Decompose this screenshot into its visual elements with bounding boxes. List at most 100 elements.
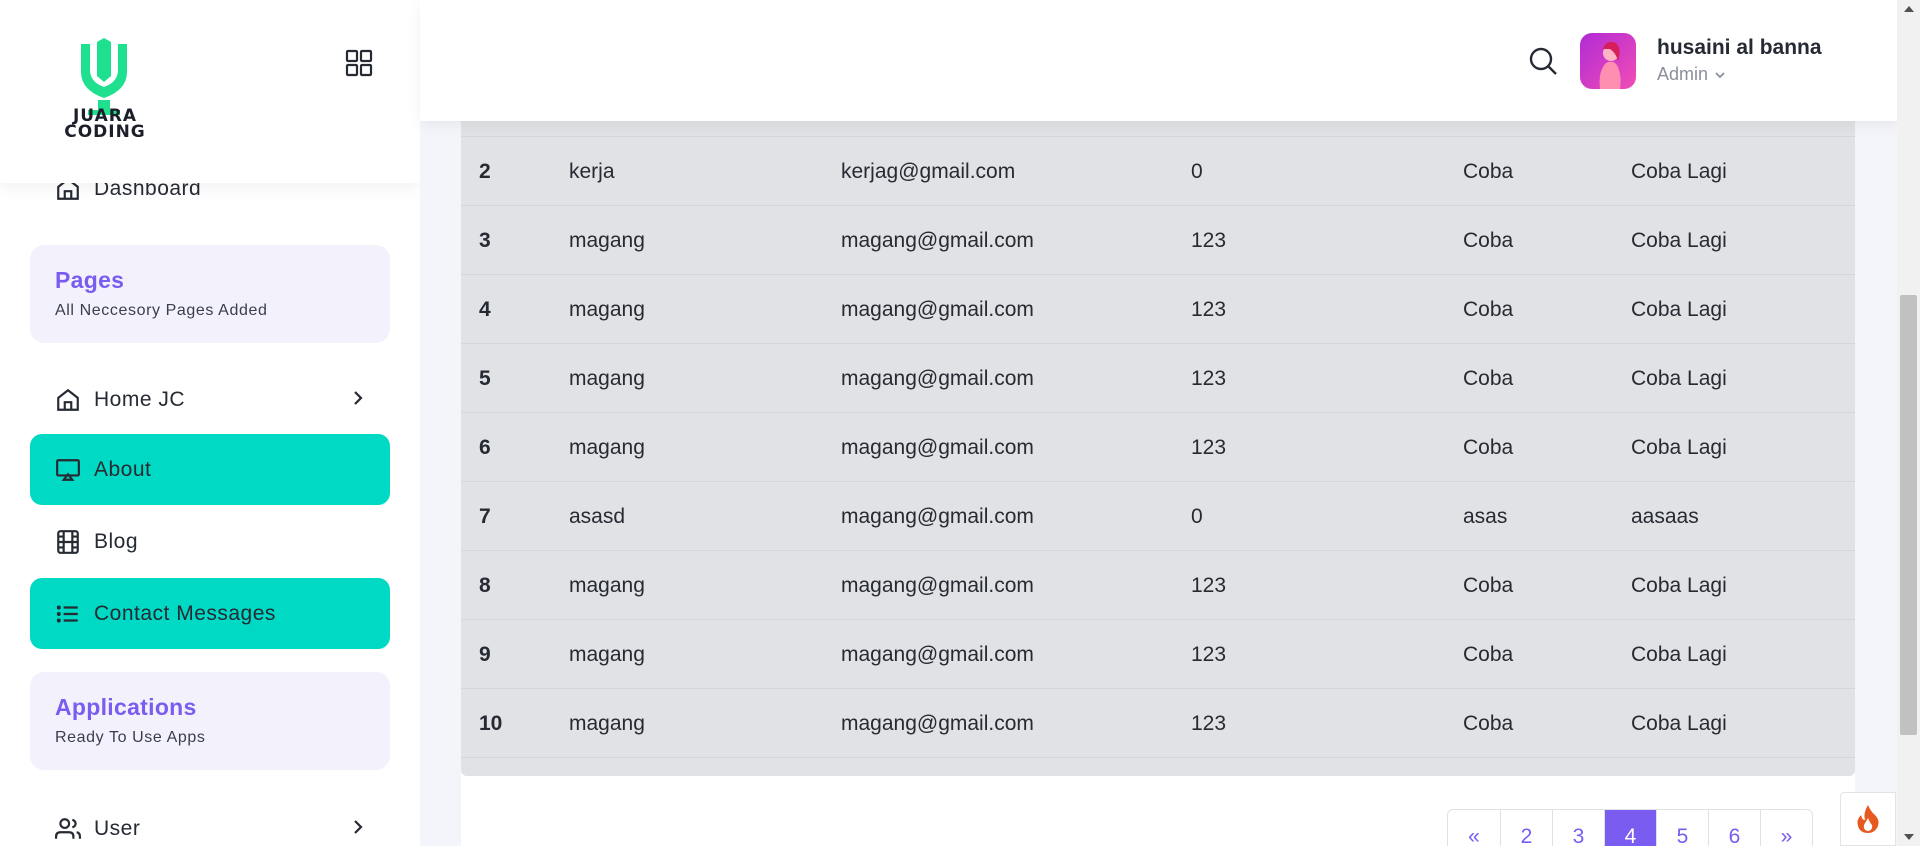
cell-email: magang@gmail.com: [841, 643, 1034, 666]
cell-message: Coba Lagi: [1631, 574, 1727, 597]
cell-subject: Coba: [1463, 643, 1514, 666]
cell-no: 8: [479, 574, 491, 597]
airplay-icon: [54, 456, 82, 484]
cell-subject: Coba: [1463, 574, 1514, 597]
chevron-right-icon: [354, 391, 363, 405]
scroll-thumb[interactable]: [1900, 295, 1917, 735]
cell-name: magang: [569, 574, 645, 597]
chevron-down-icon: [1715, 71, 1725, 78]
table-row: 4 magang magang@gmail.com 123 Coba Coba Lagi: [461, 275, 1855, 344]
section-pages: Pages All Neccesory Pages Added: [30, 245, 390, 343]
cell-email: magang@gmail.com: [841, 229, 1034, 252]
pagination-prev[interactable]: «: [1448, 810, 1500, 846]
fire-icon: [1857, 805, 1879, 833]
sidebar-item-user[interactable]: User: [30, 793, 390, 846]
pagination-next[interactable]: »: [1760, 810, 1812, 846]
section-title: Applications: [55, 694, 197, 720]
cell-name: magang: [569, 367, 645, 390]
home-icon: [54, 386, 82, 414]
cell-no: 6: [479, 436, 491, 459]
cell-email: kerjag@gmail.com: [841, 160, 1016, 183]
table-row: 6 magang magang@gmail.com 123 Coba Coba Lagi: [461, 413, 1855, 482]
cell-phone: 123: [1191, 574, 1227, 597]
table-row: 7 asasd magang@gmail.com 0 asas aasaas: [461, 482, 1855, 551]
user-role-dropdown[interactable]: Admin: [1657, 64, 1727, 85]
cell-email: magang@gmail.com: [841, 298, 1034, 321]
logo-area: JUARA CODING: [0, 0, 420, 183]
pagination-page-6[interactable]: 6: [1708, 810, 1760, 846]
cell-no: 7: [479, 505, 491, 528]
cell-subject: asas: [1463, 505, 1508, 528]
cell-message: Coba Lagi: [1631, 160, 1727, 183]
fire-icon-button[interactable]: [1840, 792, 1896, 846]
cell-phone: 123: [1191, 298, 1227, 321]
scrollbar[interactable]: [1897, 0, 1920, 846]
top-bar: husaini al banna Admin: [420, 0, 1900, 121]
cell-subject: Coba: [1463, 160, 1514, 183]
section-subtitle: All Neccesory Pages Added: [55, 302, 268, 319]
cell-message: Coba Lagi: [1631, 229, 1727, 252]
cell-name: magang: [569, 712, 645, 735]
cell-phone: 123: [1191, 712, 1227, 735]
cell-phone: 123: [1191, 229, 1227, 252]
sidebar-item-label: User: [94, 816, 141, 840]
cell-phone: 123: [1191, 436, 1227, 459]
chevron-right-icon: [354, 820, 363, 834]
cell-no: 5: [479, 367, 491, 390]
cell-no: 2: [479, 160, 491, 183]
cell-message: Coba Lagi: [1631, 298, 1727, 321]
pagination-page-3[interactable]: 3: [1552, 810, 1604, 846]
sidebar-item-blog[interactable]: Blog: [30, 506, 390, 577]
cell-name: magang: [569, 643, 645, 666]
cell-name: magang: [569, 436, 645, 459]
cell-name: kerja: [569, 160, 615, 183]
pagination-page-4[interactable]: 4: [1604, 810, 1656, 846]
cell-name: magang: [569, 229, 645, 252]
table-row: 3 magang magang@gmail.com 123 Coba Coba Lagi: [461, 206, 1855, 275]
cell-message: Coba Lagi: [1631, 436, 1727, 459]
scroll-down-arrow[interactable]: [1897, 829, 1920, 846]
cell-message: aasaas: [1631, 505, 1699, 528]
cell-name: magang: [569, 298, 645, 321]
cell-subject: Coba: [1463, 298, 1514, 321]
cell-no: 10: [479, 712, 503, 735]
cell-message: Coba Lagi: [1631, 712, 1727, 735]
cell-subject: Coba: [1463, 712, 1514, 735]
brand-name: JUARA CODING: [50, 108, 160, 141]
cell-email: magang@gmail.com: [841, 436, 1034, 459]
cell-message: Coba Lagi: [1631, 643, 1727, 666]
cell-no: 3: [479, 229, 491, 252]
content-card: 11234kerjalagi@gmail.com12345kerjakerja …: [461, 100, 1855, 846]
sidebar-item-home-jc[interactable]: Home JC: [30, 364, 390, 435]
users-icon: [54, 815, 82, 843]
table-row: 2 kerja kerjag@gmail.com 0 Coba Coba Lagi: [461, 137, 1855, 206]
user-role: Admin: [1657, 64, 1709, 84]
cell-email: magang@gmail.com: [841, 367, 1034, 390]
pagination: « 2 3 4 5 6»: [1447, 809, 1813, 846]
sidebar-item-about[interactable]: About: [30, 434, 390, 505]
avatar[interactable]: [1580, 33, 1636, 89]
section-applications: Applications Ready To Use Apps: [30, 672, 390, 770]
pagination-page-5[interactable]: 5: [1656, 810, 1708, 846]
sidebar-item-label: Blog: [94, 529, 139, 553]
cell-email: magang@gmail.com: [841, 574, 1034, 597]
cell-email: magang@gmail.com: [841, 505, 1034, 528]
sidebar-item-label: Contact Messages: [94, 601, 276, 625]
grid-icon[interactable]: [344, 48, 374, 78]
section-subtitle: Ready To Use Apps: [55, 729, 206, 746]
cell-phone: 0: [1191, 160, 1203, 183]
pagination-page-2[interactable]: 2: [1500, 810, 1552, 846]
cell-phone: 123: [1191, 367, 1227, 390]
film-icon: [54, 528, 82, 556]
cell-subject: Coba: [1463, 436, 1514, 459]
table-row: 10 magang magang@gmail.com 123 Coba Coba Lagi: [461, 689, 1855, 758]
table-row: 9 magang magang@gmail.com 123 Coba Coba Lagi: [461, 620, 1855, 689]
sidebar: JUARA CODING Dashboard Pages All Necceso…: [0, 0, 420, 846]
cell-no: 9: [479, 643, 491, 666]
sidebar-item-contact-messages[interactable]: Contact Messages: [30, 578, 390, 649]
cell-subject: Coba: [1463, 229, 1514, 252]
scroll-up-arrow[interactable]: [1897, 0, 1920, 17]
cell-email: magang@gmail.com: [841, 712, 1034, 735]
sidebar-item-label: About: [94, 457, 152, 481]
search-icon[interactable]: [1528, 46, 1558, 76]
